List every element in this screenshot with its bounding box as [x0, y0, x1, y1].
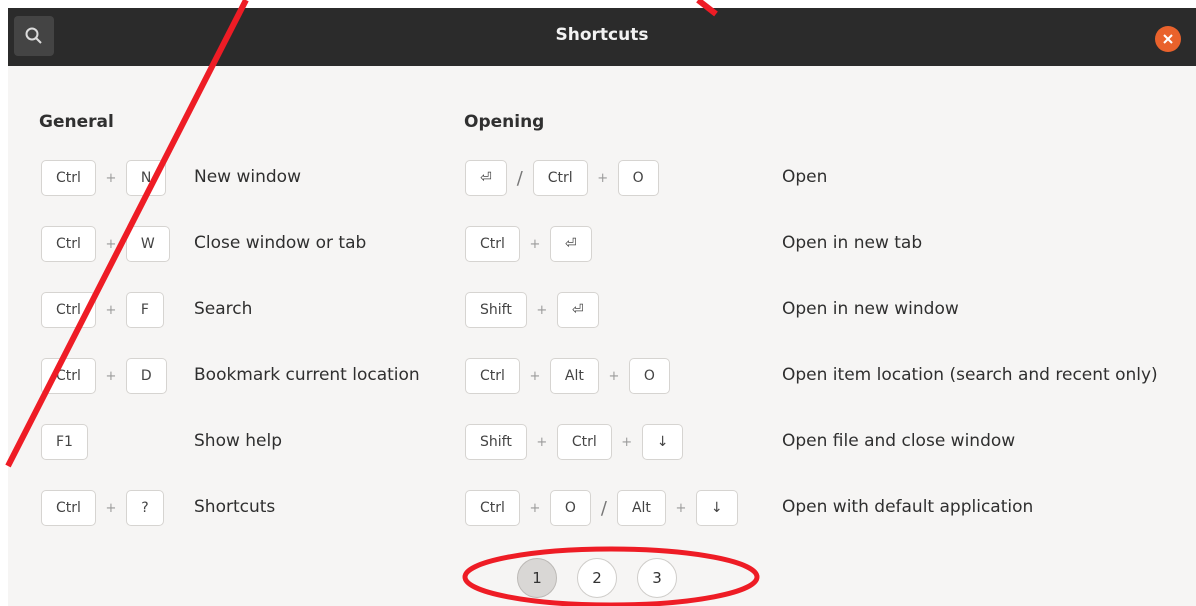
- shortcut-row: Ctrl + D: [41, 356, 167, 396]
- shortcut-row: Ctrl + O / Alt + ↓: [465, 488, 738, 528]
- section-title-opening: Opening: [464, 112, 545, 132]
- title-bar: Shortcuts: [8, 8, 1196, 66]
- key-cap: Ctrl: [41, 358, 96, 394]
- shortcut-row: Shift + Ctrl + ↓: [465, 422, 684, 462]
- key-cap: Alt: [616, 490, 666, 526]
- shortcut-label: Open with default application: [782, 497, 1034, 517]
- page-button-3[interactable]: 3: [637, 558, 677, 598]
- shortcut-label: Shortcuts: [194, 497, 276, 517]
- section-title-general: General: [39, 112, 114, 132]
- plus-separator: +: [105, 170, 117, 186]
- plus-separator: +: [621, 434, 633, 450]
- key-cap: D: [125, 358, 167, 394]
- key-cap: O: [549, 490, 591, 526]
- or-separator: /: [516, 167, 523, 189]
- shortcut-row: Ctrl + W: [41, 224, 170, 264]
- plus-separator: +: [675, 500, 687, 516]
- shortcut-label: Open: [782, 167, 828, 187]
- key-cap: ↓: [695, 490, 738, 526]
- shortcut-row: Ctrl + F: [41, 290, 164, 330]
- shortcut-label: Close window or tab: [194, 233, 367, 253]
- close-icon: [1163, 34, 1173, 44]
- shortcut-row: F1: [41, 422, 88, 462]
- plus-separator: +: [536, 434, 548, 450]
- pagination: 123: [517, 558, 677, 598]
- plus-separator: +: [608, 368, 620, 384]
- key-cap: Ctrl: [41, 292, 96, 328]
- close-button[interactable]: [1155, 26, 1181, 52]
- key-cap: ⏎: [556, 292, 599, 328]
- key-cap: Ctrl: [556, 424, 612, 460]
- key-cap: Ctrl: [41, 160, 96, 196]
- plus-separator: +: [529, 236, 541, 252]
- key-cap: Ctrl: [465, 490, 520, 526]
- key-cap: Shift: [465, 292, 527, 328]
- plus-separator: +: [105, 302, 117, 318]
- key-cap: Ctrl: [465, 226, 520, 262]
- key-cap: F: [125, 292, 164, 328]
- key-cap: Ctrl: [465, 358, 520, 394]
- shortcut-label: Show help: [194, 431, 283, 451]
- page-button-1[interactable]: 1: [517, 558, 557, 598]
- key-cap: Alt: [549, 358, 599, 394]
- shortcut-label: Open item location (search and recent on…: [782, 365, 1158, 385]
- shortcut-label: New window: [194, 167, 301, 187]
- key-cap: Ctrl: [532, 160, 588, 196]
- key-cap: Ctrl: [41, 226, 96, 262]
- shortcuts-window: Shortcuts General Opening Ctrl + N New wind…: [8, 8, 1196, 606]
- shortcut-label: Bookmark current location: [194, 365, 420, 385]
- key-cap: ⏎: [549, 226, 592, 262]
- plus-separator: +: [105, 500, 117, 516]
- or-separator: /: [600, 497, 607, 519]
- window-title: Shortcuts: [555, 25, 649, 45]
- key-cap: N: [125, 160, 167, 196]
- plus-separator: +: [529, 368, 541, 384]
- key-cap: Shift: [465, 424, 527, 460]
- key-cap: O: [628, 358, 670, 394]
- key-cap: ↓: [641, 424, 684, 460]
- plus-separator: +: [597, 170, 609, 186]
- key-cap: ?: [125, 490, 164, 526]
- key-cap: F1: [41, 424, 88, 460]
- shortcut-row: Ctrl +?: [41, 488, 164, 528]
- shortcut-label: Open in new window: [782, 299, 959, 319]
- key-cap: W: [125, 226, 170, 262]
- plus-separator: +: [105, 368, 117, 384]
- shortcut-label: Open file and close window: [782, 431, 1016, 451]
- page-button-2[interactable]: 2: [577, 558, 617, 598]
- plus-separator: +: [529, 500, 541, 516]
- shortcut-row: Ctrl + ⏎: [465, 224, 592, 264]
- shortcut-row: Ctrl + Alt + O: [465, 356, 670, 396]
- shortcut-row: Shift + ⏎: [465, 290, 599, 330]
- shortcut-label: Open in new tab: [782, 233, 923, 253]
- key-cap: Ctrl: [41, 490, 96, 526]
- key-cap: ⏎: [465, 160, 507, 196]
- shortcut-label: Search: [194, 299, 253, 319]
- plus-separator: +: [105, 236, 117, 252]
- shortcut-row: Ctrl + N: [41, 158, 167, 198]
- key-cap: O: [617, 160, 659, 196]
- plus-separator: +: [536, 302, 548, 318]
- shortcut-row: ⏎ / Ctrl + O: [465, 158, 659, 198]
